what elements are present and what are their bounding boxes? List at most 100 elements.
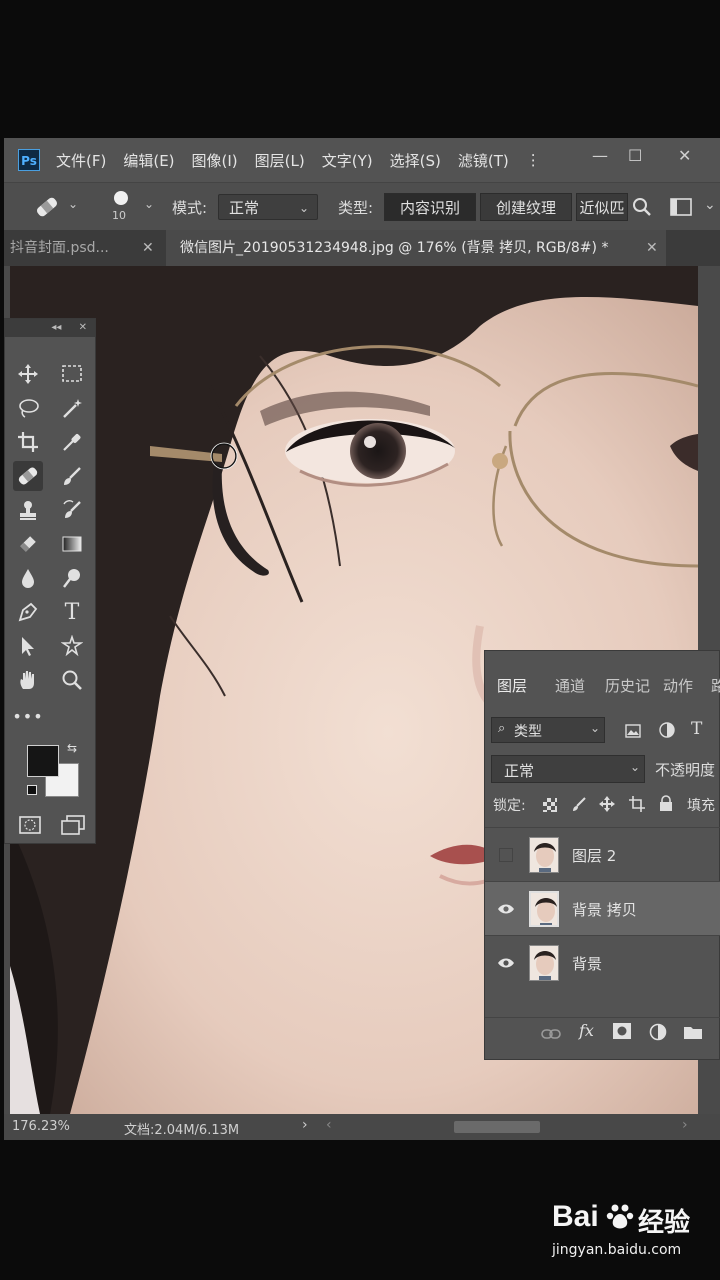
tab-layers[interactable]: 图层 xyxy=(497,675,527,696)
type-icon[interactable]: T xyxy=(57,597,87,627)
tab-label: 抖音封面.psd... xyxy=(10,240,109,256)
menu-edit[interactable]: 编辑(E) xyxy=(123,150,174,171)
healing-brush-preset-icon[interactable] xyxy=(34,195,60,223)
healing-brush-icon[interactable] xyxy=(13,461,43,491)
hand-icon[interactable] xyxy=(13,665,43,695)
eye-icon[interactable] xyxy=(497,954,515,973)
visibility-toggle-empty[interactable] xyxy=(499,848,513,862)
layer-row[interactable]: 图层 2 xyxy=(485,827,720,882)
baidu-jingyan-watermark: Bai 经验 jingyan.baidu.com xyxy=(552,1196,712,1268)
crop-icon[interactable] xyxy=(13,427,43,457)
layer-row-selected[interactable]: 背景 拷贝 xyxy=(485,881,720,936)
zoom-level[interactable]: 176.23% xyxy=(12,1119,70,1134)
lock-position-icon[interactable] xyxy=(599,796,615,816)
menu-bar: Ps 文件(F) 编辑(E) 图像(I) 图层(L) 文字(Y) 选择(S) 滤… xyxy=(4,138,720,182)
horizontal-scrollbar-thumb[interactable] xyxy=(454,1121,540,1133)
eye-icon[interactable] xyxy=(497,900,515,919)
gradient-icon[interactable] xyxy=(57,529,87,559)
filter-type-icon[interactable]: T xyxy=(691,719,702,739)
more-icon[interactable]: ••• xyxy=(12,701,43,731)
lasso-icon[interactable] xyxy=(13,393,43,423)
stamp-icon[interactable] xyxy=(13,495,43,525)
close-icon[interactable]: ✕ xyxy=(142,230,154,266)
chevron-down-icon[interactable]: ⌄ xyxy=(68,197,78,211)
menu-layer[interactable]: 图层(L) xyxy=(255,150,305,171)
pen-icon[interactable] xyxy=(13,597,43,627)
layer-name: 图层 2 xyxy=(572,847,617,865)
screen-mode-icon[interactable] xyxy=(61,815,85,839)
brush-icon[interactable] xyxy=(57,461,87,491)
move-icon[interactable] xyxy=(13,359,43,389)
tab-channels[interactable]: 通道 xyxy=(555,675,585,696)
menu-filter[interactable]: 滤镜(T) xyxy=(458,150,509,171)
collapse-icon[interactable]: ◂◂ xyxy=(51,322,61,333)
mode-select[interactable]: 正常 ⌄ xyxy=(218,194,318,220)
link-layers-icon[interactable] xyxy=(541,1025,561,1044)
menu-more[interactable]: ⋮ xyxy=(526,151,541,169)
magic-wand-icon[interactable] xyxy=(57,393,87,423)
blend-mode-select[interactable]: 正常 ⌄ xyxy=(491,755,645,783)
create-texture-button[interactable]: 创建纹理 xyxy=(480,193,572,221)
layer-filter-select[interactable]: ⌕ 类型 ⌄ xyxy=(491,717,605,743)
menu-select[interactable]: 选择(S) xyxy=(390,150,441,171)
zoom-icon[interactable] xyxy=(57,665,87,695)
document-size: 文档:2.04M/6.13M xyxy=(124,1123,240,1138)
swap-colors-icon[interactable]: ⇆ xyxy=(67,741,77,755)
tab-wechat-image[interactable]: 微信图片_20190531234948.jpg @ 176% (背景 拷贝, R… xyxy=(166,230,666,266)
minimize-button[interactable]: — xyxy=(592,146,608,165)
close-button[interactable]: ✕ xyxy=(678,146,691,165)
scroll-left-icon[interactable]: ‹ xyxy=(326,1117,332,1133)
fx-icon[interactable]: fx xyxy=(579,1021,594,1040)
default-colors-icon[interactable] xyxy=(27,785,37,795)
photoshop-logo: Ps xyxy=(18,149,40,171)
menu-image[interactable]: 图像(I) xyxy=(192,150,238,171)
marquee-icon[interactable] xyxy=(57,359,87,389)
layer-row[interactable]: 背景 xyxy=(485,935,720,990)
history-brush-icon[interactable] xyxy=(57,495,87,525)
tab-douyin-cover[interactable]: 抖音封面.psd... ✕ xyxy=(4,230,164,266)
brush-picker-chevron-icon[interactable]: ⌄ xyxy=(144,197,154,211)
tab-paths[interactable]: 路 xyxy=(711,675,720,696)
layers-panel: 图层 通道 历史记 动作 路 ⌕ 类型 ⌄ T 正常 ⌄ 不透明度 锁定: 填充 xyxy=(484,650,720,1060)
add-mask-icon[interactable] xyxy=(613,1023,631,1043)
restore-button[interactable]: ☐ xyxy=(628,146,642,165)
chevron-down-icon: ⌄ xyxy=(590,721,601,735)
close-icon[interactable]: ✕ xyxy=(646,230,658,266)
status-menu-arrow-icon[interactable]: › xyxy=(302,1117,308,1133)
scroll-right-icon[interactable]: › xyxy=(682,1117,688,1133)
tab-label: 微信图片_20190531234948.jpg @ 176% (背景 拷贝, R… xyxy=(180,240,609,256)
opacity-label: 不透明度 xyxy=(655,761,716,779)
eraser-icon[interactable] xyxy=(13,529,43,559)
layer-thumbnail xyxy=(529,891,559,927)
menu-type[interactable]: 文字(Y) xyxy=(322,150,373,171)
blur-icon[interactable] xyxy=(13,563,43,593)
new-group-icon[interactable] xyxy=(683,1024,703,1044)
lock-pixels-icon[interactable] xyxy=(571,796,587,816)
status-bar: 176.23% 文档:2.04M/6.13M › ‹ › xyxy=(4,1114,720,1140)
chevron-down-icon[interactable]: ⌄ xyxy=(704,197,716,213)
fill-label: 填充 xyxy=(687,798,715,814)
menu-file[interactable]: 文件(F) xyxy=(56,150,106,171)
adjustment-layer-icon[interactable] xyxy=(649,1023,667,1045)
options-bar: ⌄ 10 ⌄ 模式: 正常 ⌄ 类型: 内容识别 创建纹理 近似匹 ⌄ xyxy=(4,182,720,232)
tab-actions[interactable]: 动作 xyxy=(663,675,693,696)
workspace-icon[interactable] xyxy=(670,198,692,220)
path-select-icon[interactable] xyxy=(13,631,43,661)
eyedropper-icon[interactable] xyxy=(57,427,87,457)
dodge-icon[interactable] xyxy=(57,563,87,593)
filter-adjustment-icon[interactable] xyxy=(659,722,675,742)
search-icon[interactable] xyxy=(632,197,652,221)
close-icon[interactable]: ✕ xyxy=(79,322,87,333)
brush-tip-icon[interactable] xyxy=(114,191,128,205)
layer-thumbnail xyxy=(529,837,559,873)
lock-all-icon[interactable] xyxy=(659,795,673,815)
tab-history[interactable]: 历史记 xyxy=(605,675,653,696)
content-aware-button[interactable]: 内容识别 xyxy=(384,193,476,221)
lock-artboard-icon[interactable] xyxy=(629,796,645,816)
quick-mask-icon[interactable] xyxy=(19,815,41,839)
lock-transparent-icon[interactable] xyxy=(543,797,557,816)
shape-icon[interactable] xyxy=(57,631,87,661)
filter-image-icon[interactable] xyxy=(625,723,641,742)
foreground-color-swatch[interactable] xyxy=(27,745,59,777)
proximity-match-button[interactable]: 近似匹 xyxy=(576,193,628,221)
